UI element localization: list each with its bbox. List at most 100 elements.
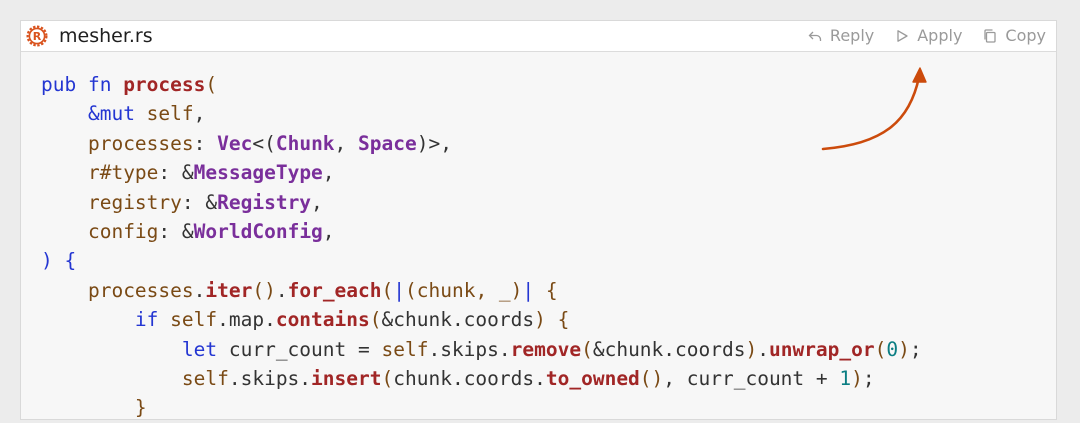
- code-line: self.skips.insert(chunk.coords.to_owned(…: [41, 364, 1056, 393]
- code-token: if: [134, 308, 171, 332]
- apply-label: Apply: [917, 26, 963, 45]
- code-line: processes.iter().for_each(|(chunk, _)| {: [41, 276, 1056, 305]
- code-token: .: [193, 278, 206, 302]
- code-token: pub fn: [41, 73, 124, 96]
- code-token: iter: [205, 278, 253, 302]
- code-token: contains: [275, 308, 370, 332]
- code-token: .skips.: [228, 366, 312, 390]
- code-token: processes: [87, 131, 194, 155]
- play-icon: [895, 29, 909, 43]
- code-token: (: [581, 337, 593, 361]
- code-token: ,: [334, 131, 359, 155]
- code-token: r#type: [87, 161, 159, 185]
- code-line: ) {: [41, 246, 1056, 275]
- code-token: 0: [886, 337, 899, 361]
- code-token: self: [170, 308, 218, 332]
- code-token: Registry: [217, 190, 312, 214]
- code-token: {: [534, 278, 558, 302]
- code-token: ,: [322, 161, 335, 185]
- code-line: registry: &Registry,: [41, 188, 1056, 217]
- code-token: (: [874, 337, 887, 361]
- code-token: Vec: [217, 131, 253, 155]
- apply-button[interactable]: Apply: [895, 25, 962, 47]
- reply-button[interactable]: Reply: [808, 25, 874, 47]
- code-token: ): [851, 366, 863, 390]
- code-line: if self.map.contains(&chunk.coords) {: [41, 305, 1056, 334]
- code-token: )>,: [416, 131, 452, 155]
- code-token: Chunk: [275, 131, 335, 155]
- reply-label: Reply: [829, 26, 875, 45]
- code-token: ,: [311, 190, 323, 214]
- code-token: .: [757, 337, 769, 361]
- code-block-header: R mesher.rs Reply Apply Copy: [21, 21, 1056, 52]
- code-token: self: [381, 337, 429, 361]
- code-token: registry: [87, 190, 182, 214]
- code-line: config: &WorldConfig,: [41, 217, 1056, 246]
- code-token: , curr_count +: [663, 366, 840, 390]
- code-token: ) {: [41, 249, 77, 273]
- code-token: config: [87, 219, 159, 243]
- code-token: ,: [322, 219, 335, 243]
- code-line: processes: Vec<(Chunk, Space)>,: [41, 129, 1056, 158]
- code-token: <(: [252, 131, 276, 155]
- filename: mesher.rs: [59, 25, 153, 47]
- action-bar: Reply Apply Copy: [808, 25, 1046, 47]
- code-token: }: [134, 396, 147, 420]
- code-token: WorldConfig: [193, 219, 323, 243]
- code-token: : &: [181, 190, 218, 214]
- code-line: }: [41, 393, 1056, 422]
- code-token: 1: [839, 366, 852, 390]
- code-line: pub fn process(: [41, 70, 1056, 99]
- code-line: &mut self,: [41, 99, 1056, 128]
- code-token: .: [275, 278, 288, 302]
- code-token: &chunk.coords: [592, 337, 746, 361]
- copy-icon: [983, 29, 997, 43]
- code-token: &mut: [87, 102, 147, 126]
- code-token: : &: [158, 219, 194, 243]
- reply-icon: [808, 29, 822, 43]
- code-token: for_each: [287, 278, 382, 302]
- code-token: ,: [193, 102, 206, 126]
- copy-label: Copy: [1005, 26, 1046, 45]
- code-token: ): [745, 337, 758, 361]
- code-content[interactable]: pub fn process( &mut self, processes: Ve…: [41, 70, 1056, 423]
- svg-text:R: R: [33, 30, 42, 43]
- copy-button[interactable]: Copy: [983, 25, 1046, 47]
- code-token: chunk.coords.: [393, 366, 546, 390]
- code-line: r#type: &MessageType,: [41, 158, 1056, 187]
- code-token: &chunk.coords: [381, 308, 535, 332]
- code-token: MessageType: [193, 161, 323, 185]
- code-token: process: [123, 73, 206, 96]
- code-token: remove: [510, 337, 582, 361]
- code-token: self: [181, 366, 229, 390]
- code-token: .skips.: [428, 337, 511, 361]
- code-token: : &: [158, 161, 194, 185]
- code-token: self: [146, 102, 194, 126]
- code-token: (chunk, _): [405, 278, 523, 302]
- code-token: ): [898, 337, 910, 361]
- code-token: |: [393, 278, 406, 302]
- code-token: (: [369, 308, 382, 332]
- code-token: ;: [909, 337, 922, 361]
- code-line: let curr_count = self.skips.remove(&chun…: [41, 335, 1056, 364]
- code-token: (: [205, 73, 218, 96]
- code-token: .map.: [217, 308, 276, 332]
- code-token: ) {: [534, 308, 570, 332]
- code-token: processes: [87, 278, 194, 302]
- code-token: let: [181, 337, 229, 361]
- rust-icon: R: [26, 25, 48, 47]
- code-token: ;: [862, 366, 875, 390]
- code-token: curr_count =: [228, 337, 382, 361]
- code-token: :: [193, 131, 218, 155]
- code-token: insert: [311, 366, 382, 390]
- code-token: Space: [358, 131, 417, 155]
